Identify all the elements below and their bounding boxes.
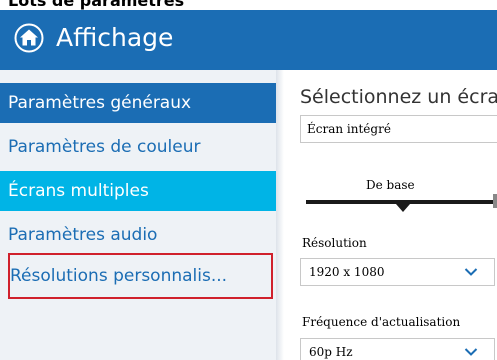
chevron-down-icon (464, 348, 478, 356)
main-panel: Sélectionnez un écran Écran intégré De b… (284, 70, 497, 360)
app-title: Affichage (56, 23, 174, 52)
page-title: Sélectionnez un écran (300, 86, 497, 108)
home-icon[interactable] (14, 23, 44, 53)
resolution-value: 1920 x 1080 (309, 265, 385, 279)
top-strip: Lots de parametres (0, 0, 497, 10)
resolution-dropdown[interactable]: 1920 x 1080 (300, 258, 495, 286)
resolution-label: Résolution (302, 236, 367, 250)
refresh-rate-dropdown[interactable]: 60p Hz (300, 338, 495, 360)
app-header: Affichage (0, 10, 497, 70)
mode-slider-tick (493, 194, 497, 208)
chevron-down-icon (464, 268, 478, 276)
sidebar-divider (276, 70, 284, 360)
sidebar-item-audio-settings[interactable]: Paramètres audio (0, 215, 276, 255)
sidebar-item-color-settings[interactable]: Paramètres de couleur (0, 127, 276, 167)
refresh-rate-label: Fréquence d'actualisation (302, 315, 461, 329)
mode-slider-label: De base (366, 178, 415, 192)
sidebar: Paramètres généraux Paramètres de couleu… (0, 70, 276, 360)
mode-slider-thumb[interactable] (396, 204, 410, 212)
refresh-rate-value: 60p Hz (309, 345, 353, 359)
sidebar-item-custom-resolutions[interactable]: Résolutions personnalis... (8, 253, 273, 299)
screen-selector[interactable]: Écran intégré (300, 115, 497, 143)
top-strip-text: Lots de parametres (8, 0, 185, 10)
sidebar-item-general-settings[interactable]: Paramètres généraux (0, 83, 276, 123)
sidebar-item-multiple-displays[interactable]: Écrans multiples (0, 171, 276, 211)
